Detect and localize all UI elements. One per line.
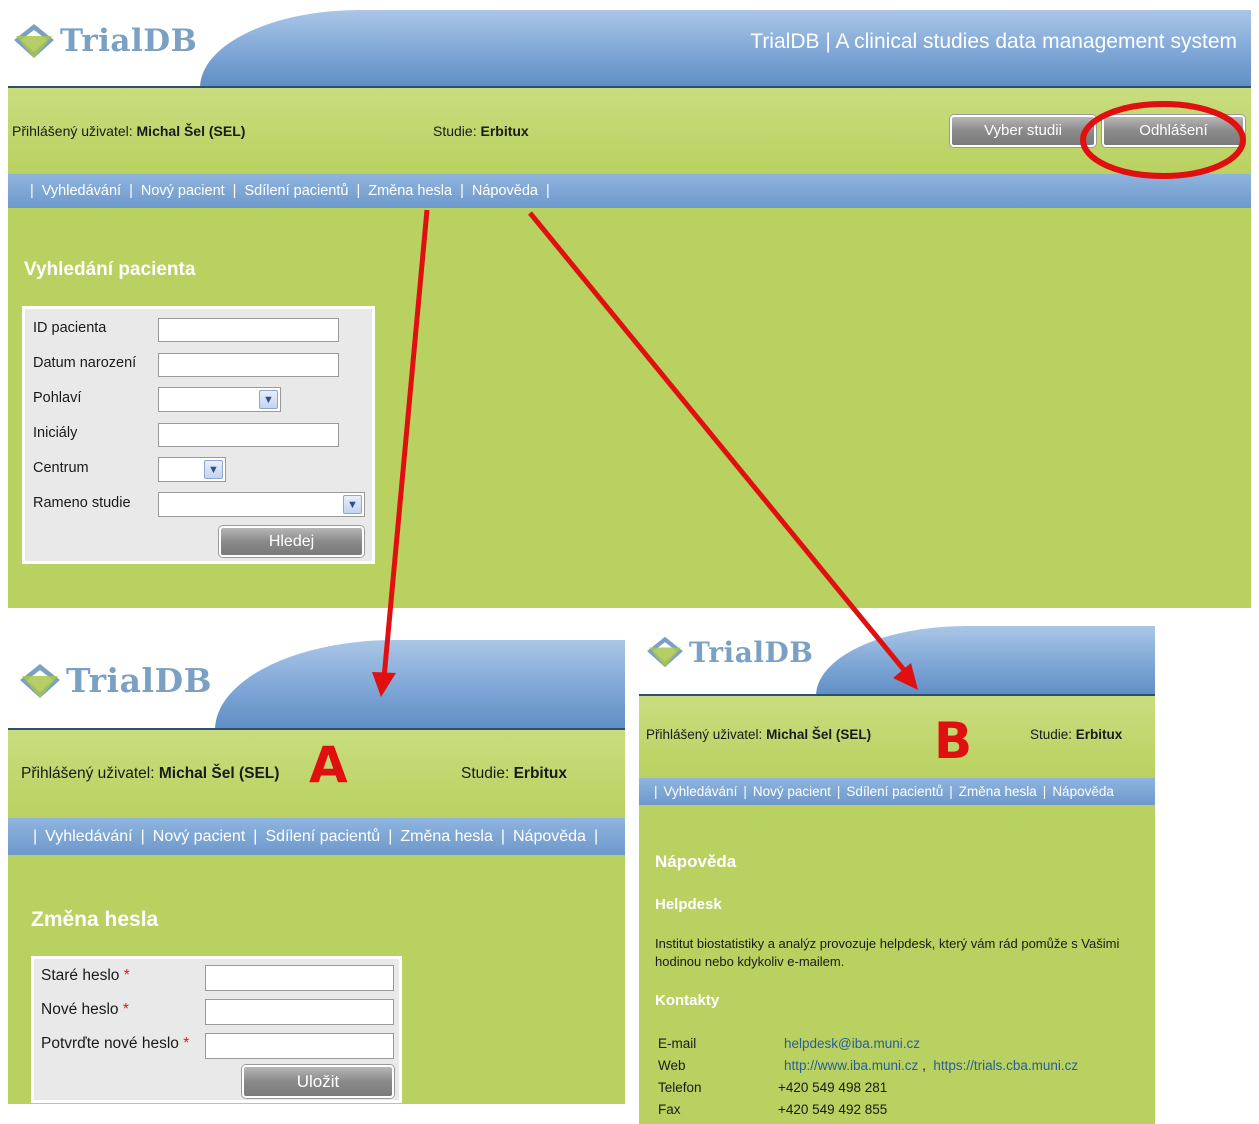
nav-share-patients[interactable]: Sdílení pacientů <box>846 784 943 799</box>
panel-a-change-password: TrialDB Přihlášený uživatel: Michal Šel … <box>8 640 625 1104</box>
required-mark: * <box>123 967 130 984</box>
nav-new-patient[interactable]: Nový pacient <box>141 183 225 199</box>
birth-date-input[interactable] <box>158 353 339 377</box>
user-name: Michal Šel (SEL) <box>136 123 246 139</box>
save-button[interactable]: Uložit <box>242 1065 394 1098</box>
patient-id-label: ID pacienta <box>33 320 107 336</box>
nav-change-password[interactable]: Změna hesla <box>368 183 452 199</box>
page-title: Změna hesla <box>31 908 159 931</box>
study-label: Studie: <box>1030 727 1073 742</box>
search-button[interactable]: Hledej <box>219 526 364 557</box>
study-arm-label: Rameno studie <box>33 495 131 511</box>
web-link-trials[interactable]: https://trials.cba.muni.cz <box>933 1058 1078 1073</box>
chevron-down-icon: ▼ <box>204 460 223 479</box>
diamond-logo-icon <box>20 663 60 698</box>
nav-share-patients[interactable]: Sdílení pacientů <box>244 183 348 199</box>
nav-search[interactable]: Vyhledávání <box>664 784 738 799</box>
logo-text: TrialDB <box>60 23 198 59</box>
header: TrialDB <box>8 640 625 730</box>
required-mark: * <box>122 1001 129 1018</box>
fax-label: Fax <box>658 1102 681 1117</box>
app-title: TrialDB | A clinical studies data manage… <box>750 30 1237 53</box>
user-label: Přihlášený uživatel: <box>12 123 133 139</box>
contacts-title: Kontakty <box>655 992 720 1009</box>
main-screen: TrialDB TrialDB | A clinical studies dat… <box>8 10 1251 608</box>
web-separator: , <box>922 1058 926 1073</box>
user-bar: Přihlášený uživatel: Michal Šel (SEL) St… <box>639 696 1155 778</box>
nav-help[interactable]: Nápověda <box>472 183 538 199</box>
web-link-iba[interactable]: http://www.iba.muni.cz <box>784 1058 918 1073</box>
confirm-password-label: Potvrďte nové heslo <box>41 1035 179 1052</box>
nav-change-password[interactable]: Změna hesla <box>400 828 493 846</box>
logo-text: TrialDB <box>689 635 814 669</box>
logo-text: TrialDB <box>66 661 213 700</box>
diamond-logo-icon <box>14 24 54 58</box>
study-name: Erbitux <box>480 123 529 139</box>
header: TrialDB TrialDB | A clinical studies dat… <box>8 10 1251 88</box>
header: TrialDB <box>639 626 1155 696</box>
panel-b-nav: | Vyhledávání | Nový pacient | Sdílení pac… <box>639 778 1155 805</box>
initials-input[interactable] <box>158 423 339 447</box>
initials-label: Iniciály <box>33 425 78 441</box>
chevron-down-icon: ▼ <box>259 390 278 409</box>
annotation-letter-b: B <box>934 712 973 770</box>
center-label: Centrum <box>33 460 89 476</box>
nav-search[interactable]: Vyhledávání <box>45 828 132 846</box>
panel-b-help: TrialDB Přihlášený uživatel: Michal Šel … <box>639 626 1155 1124</box>
diamond-logo-icon <box>647 636 683 668</box>
study-label: Studie: <box>433 123 477 139</box>
trialdb-logo[interactable]: TrialDB <box>18 661 212 700</box>
old-password-label: Staré heslo <box>41 967 120 984</box>
fax-value: +420 549 492 855 <box>778 1102 888 1117</box>
page-title: Vyhledání pacienta <box>24 259 196 280</box>
nav-share-patients[interactable]: Sdílení pacientů <box>265 828 380 846</box>
nav-change-password[interactable]: Změna hesla <box>959 784 1037 799</box>
main-nav: | Vyhledávání | Nový pacient | Sdílení pac… <box>8 174 1251 208</box>
patient-id-input[interactable] <box>158 318 339 342</box>
logout-button[interactable]: Odhlášení <box>1102 115 1245 147</box>
page-title: Nápověda <box>655 852 737 871</box>
study-arm-select[interactable]: ▼ <box>158 492 365 517</box>
trialdb-logo[interactable]: TrialDB <box>12 22 197 60</box>
email-label: E-mail <box>658 1036 697 1051</box>
study-label: Studie: <box>461 765 510 782</box>
user-bar: Přihlášený uživatel: Michal Šel (SEL) St… <box>8 88 1251 174</box>
annotation-letter-a: A <box>309 736 348 794</box>
helpdesk-text-line-1: Institut biostatistiky a analýz provozuj… <box>655 936 1120 951</box>
phone-label: Telefon <box>658 1080 702 1095</box>
nav-new-patient[interactable]: Nový pacient <box>153 828 246 846</box>
change-password-form: Staré heslo * Nové heslo * Potvrďte nové… <box>31 956 402 1103</box>
old-password-input[interactable] <box>205 965 394 991</box>
center-select[interactable]: ▼ <box>158 457 226 482</box>
patient-search-form: ID pacienta Datum narození Pohlaví ▼ Ini… <box>22 306 375 564</box>
user-name: Michal Šel (SEL) <box>766 727 872 742</box>
select-study-button[interactable]: Vyber studii <box>950 115 1096 147</box>
user-name: Michal Šel (SEL) <box>158 765 280 782</box>
nav-help[interactable]: Nápověda <box>513 828 586 846</box>
chevron-down-icon: ▼ <box>343 495 362 514</box>
web-label: Web <box>658 1058 686 1073</box>
birth-date-label: Datum narození <box>33 355 137 371</box>
new-password-label: Nové heslo <box>41 1001 119 1018</box>
panel-a-nav: | Vyhledávání | Nový pacient | Sdílení pac… <box>8 818 625 855</box>
study-name: Erbitux <box>513 765 567 782</box>
confirm-password-input[interactable] <box>205 1033 394 1059</box>
required-mark: * <box>183 1035 190 1052</box>
email-link[interactable]: helpdesk@iba.muni.cz <box>784 1036 920 1051</box>
nav-help[interactable]: Nápověda <box>1052 784 1114 799</box>
study-name: Erbitux <box>1075 727 1123 742</box>
new-password-input[interactable] <box>205 999 394 1025</box>
helpdesk-title: Helpdesk <box>655 896 722 913</box>
user-label: Přihlášený uživatel: <box>21 765 155 782</box>
sex-label: Pohlaví <box>33 390 82 406</box>
user-label: Přihlášený uživatel: <box>646 727 763 742</box>
nav-new-patient[interactable]: Nový pacient <box>753 784 831 799</box>
trialdb-logo[interactable]: TrialDB <box>645 635 813 669</box>
helpdesk-text-line-2: hodinou nebo kdykoliv e-mailem. <box>655 954 845 969</box>
phone-value: +420 549 498 281 <box>778 1080 888 1095</box>
sex-select[interactable]: ▼ <box>158 387 281 412</box>
nav-search[interactable]: Vyhledávání <box>42 183 121 199</box>
